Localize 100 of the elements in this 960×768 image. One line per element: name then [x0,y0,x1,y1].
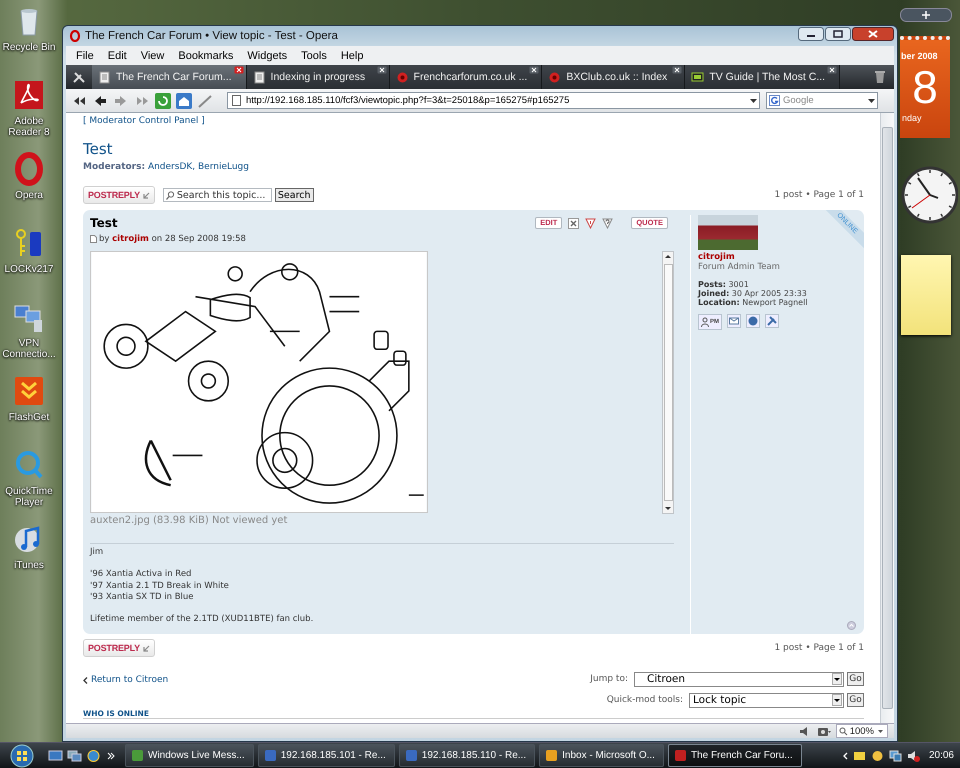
close-icon[interactable] [234,66,244,74]
go-button[interactable]: Go [847,693,864,707]
signature-line: '97 Xantia 2.1 TD Break in White [90,580,229,592]
arrow-icon [142,644,150,652]
globe-icon[interactable] [86,748,101,762]
minimize-button[interactable] [798,27,824,41]
icon-label[interactable]: LOCKv217 [4,264,54,275]
question-icon[interactable] [602,218,614,228]
topic-search-box[interactable]: Search this topic... [162,188,272,202]
pagination: 1 post • Page 1 of 1 [774,643,864,653]
page-icon [231,95,242,106]
close-button[interactable] [852,27,894,41]
signature-line: Lifetime member of the 2.1TD (XUD11BTE) fan club. [90,614,314,626]
calendar-month: ber 2008 [900,50,939,61]
close-icon[interactable] [672,66,682,74]
chevron-icon[interactable] [107,752,115,760]
globe-icon[interactable] [746,314,760,328]
app-icon [131,749,144,762]
taskbar-button[interactable]: Windows Live Mess... [125,744,254,767]
document-icon[interactable] [12,78,46,112]
address-field[interactable]: http://192.168.185.110/fcf3/viewtopic.php?f=3&t=25018&p=165275#p165275 [246,95,744,106]
post-title[interactable]: Test [90,215,118,231]
search-field[interactable]: Search this topic... [176,190,273,200]
icon-label[interactable]: Adobe Reader 8 [0,116,58,138]
calendar-weekday: nday [901,113,923,123]
menu-item[interactable]: Widgets [240,50,294,62]
camera-icon[interactable] [816,726,831,736]
tools-icon[interactable] [765,314,779,328]
username[interactable]: citrojim [698,252,735,262]
forum-select[interactable]: Citroen [634,672,844,686]
opera-icon [69,30,81,42]
calendar-day: 8 [912,61,938,113]
search-button[interactable]: Search [274,188,314,202]
post-byline: by citrojim on 28 Sep 2008 19:58 [99,233,246,245]
signature-line: Jim [90,547,104,558]
return-link[interactable]: Return to Citroen [91,675,168,685]
warning-icon[interactable] [585,218,596,228]
reload-button[interactable] [154,92,172,108]
menu-item[interactable]: Bookmarks [171,50,240,62]
browser-tab[interactable]: The French Car Forum... [92,65,247,89]
quick-mod-select[interactable]: Lock topic [689,692,844,708]
search-icon [166,190,175,200]
clock[interactable]: 20:06 [928,750,954,761]
app-icon [264,749,277,762]
browser-tab[interactable]: Indexing in progress [246,65,390,89]
taskbar-button[interactable]: 192.168.185.110 - Re... [398,744,536,767]
browser-tab[interactable]: BXClub.co.uk :: Index [542,65,686,89]
zoom-control[interactable]: 100% [836,724,888,738]
start-button[interactable] [8,744,36,768]
pagination: 1 post • Page 1 of 1 [774,190,864,200]
windows-icon[interactable] [67,748,82,762]
network-icon[interactable] [888,750,902,762]
wrench-icon[interactable] [72,70,86,84]
taskbar-button[interactable]: 192.168.185.101 - Re... [258,744,395,767]
taskbar-button[interactable]: The French Car Foru... [668,744,802,767]
close-icon[interactable] [376,66,387,74]
menu-item[interactable]: Tools [294,50,334,62]
maximize-button[interactable] [825,27,851,41]
close-icon[interactable] [529,66,540,74]
field-label: Jump to: [590,674,628,684]
arrows-tile-icon[interactable] [12,374,46,408]
photo-placeholder [698,215,758,250]
topic-title[interactable]: Test [83,140,864,158]
desktop-icon[interactable] [48,748,63,762]
app-icon [674,749,687,762]
menu-item[interactable]: Edit [100,50,134,62]
browser-tab[interactable]: Frenchcarforum.co.uk ... [390,65,542,89]
home-button[interactable] [175,92,193,108]
scrollbar[interactable] [662,251,674,514]
caret-icon [832,694,842,706]
close-icon[interactable] [827,66,838,74]
chevron-left-icon[interactable] [842,752,848,760]
scrollbar[interactable] [880,113,894,723]
icon-label[interactable]: Recycle Bin [2,42,56,53]
trash-icon[interactable] [874,70,886,84]
icon-label[interactable]: VPN Connectio... [0,338,58,360]
person-icon [701,317,709,327]
post-reply-button[interactable]: POSTREPLY [83,186,155,204]
menu-item[interactable]: Help [334,50,370,62]
taskbar-button[interactable]: Inbox - Microsoft O... [539,744,664,767]
menu-item[interactable]: File [69,50,101,62]
go-button[interactable]: Go [847,672,864,686]
browser-tab[interactable]: TV Guide | The Most C... [685,65,840,89]
moderator-control-panel-link[interactable]: [ Moderator Control Panel ] [83,115,205,127]
post-reply-button[interactable]: POSTREPLY [83,639,155,657]
icon-label[interactable]: FlashGet [8,412,50,423]
search-field[interactable]: Google [783,95,863,106]
delete-icon[interactable] [568,218,580,228]
user-rank: Forum Admin Team [698,262,780,272]
icon-label[interactable]: QuickTime Player [0,486,58,508]
app-icon [545,749,558,762]
magnifier-icon [838,726,848,736]
window-title: The French Car Forum • View topic - Test - Opera [85,30,338,42]
arrow-icon [142,192,150,198]
menu-item[interactable]: View [134,50,172,62]
search-engine-icon [769,95,780,106]
plus-icon[interactable] [900,8,952,22]
speaker-icon[interactable] [906,750,920,762]
address-bar[interactable]: http://192.168.185.110/fcf3/viewtopic.php?f=3&t=25018&p=165275#p165275 [227,92,760,109]
web-search-box[interactable]: Google [766,92,878,109]
